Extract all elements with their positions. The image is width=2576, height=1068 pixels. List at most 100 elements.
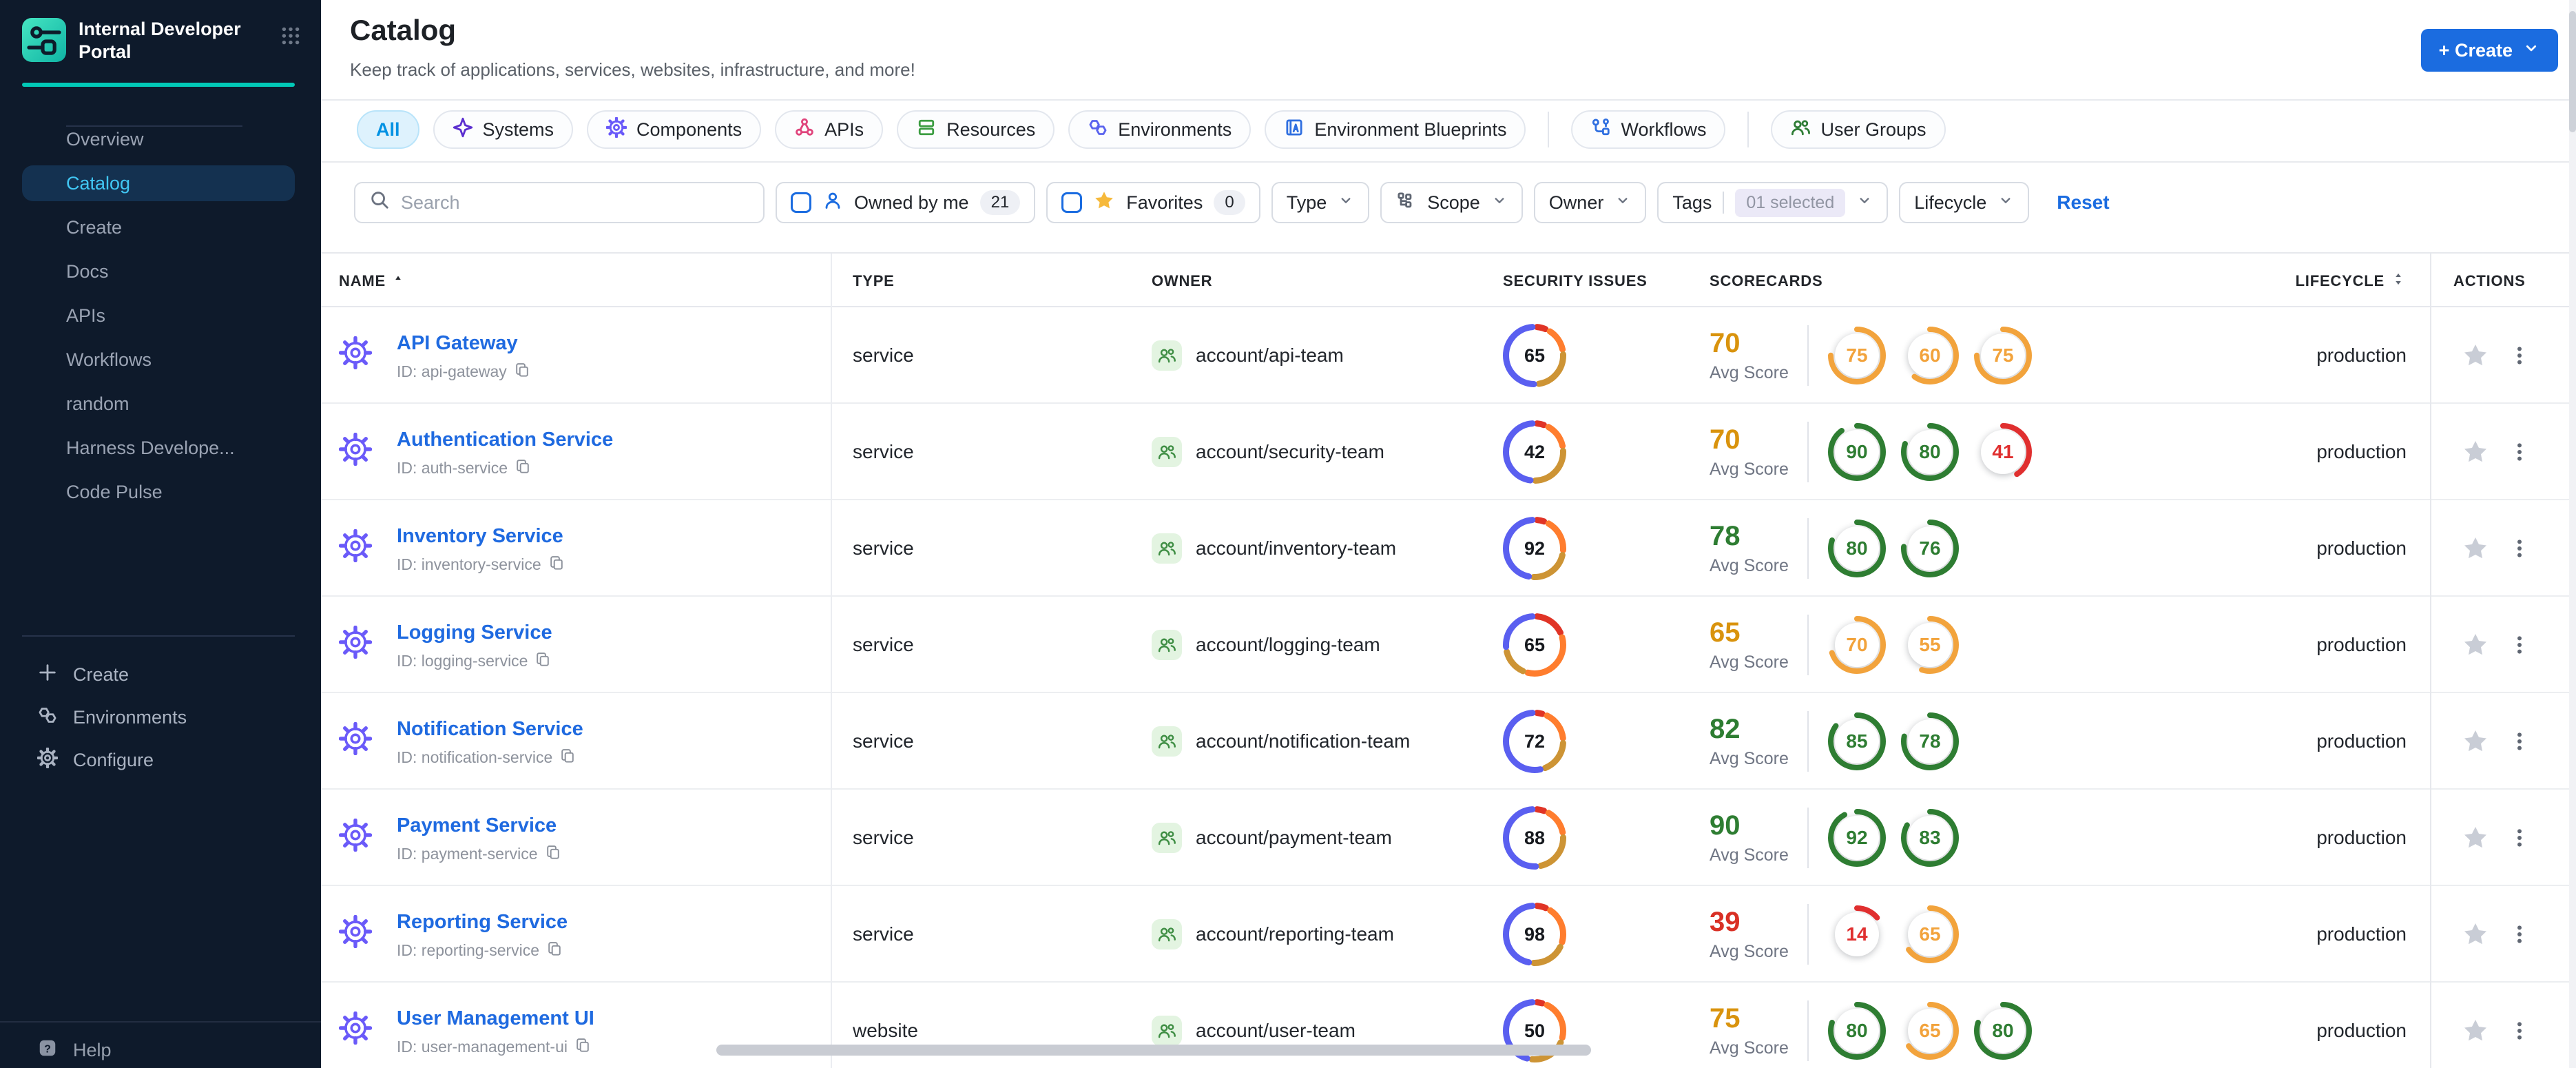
tab-environment-blueprints[interactable]: Environment Blueprints: [1265, 110, 1526, 149]
security-issues-donut[interactable]: 65: [1503, 324, 1566, 387]
search-input[interactable]: [401, 192, 749, 214]
sidebar-item-catalog[interactable]: Catalog: [22, 165, 295, 201]
copy-icon[interactable]: [559, 748, 576, 768]
scope-dropdown[interactable]: Scope: [1380, 182, 1523, 223]
tags-dropdown[interactable]: Tags 01 selected: [1657, 182, 1889, 223]
lifecycle-dropdown[interactable]: Lifecycle: [1899, 182, 2030, 223]
sidebar-item-create[interactable]: Create: [0, 205, 321, 249]
scorecard-ring[interactable]: 80: [1828, 1002, 1886, 1060]
tab-systems[interactable]: Systems: [433, 110, 574, 149]
entity-name-link[interactable]: Notification Service: [397, 718, 583, 740]
tab-user-groups[interactable]: User Groups: [1771, 110, 1946, 149]
sidebar-item-code-pulse[interactable]: Code Pulse: [0, 470, 321, 514]
favorite-star-icon[interactable]: [2462, 921, 2489, 948]
owner-dropdown[interactable]: Owner: [1533, 182, 1647, 223]
favorite-star-icon[interactable]: [2462, 535, 2489, 562]
entity-name-link[interactable]: Authentication Service: [397, 429, 613, 451]
favorite-star-icon[interactable]: [2462, 631, 2489, 659]
brand-logo-icon: [22, 18, 66, 68]
entity-name-link[interactable]: Payment Service: [397, 814, 557, 836]
sidebar-item-configure[interactable]: Configure: [0, 739, 321, 781]
scorecard-ring[interactable]: 92: [1828, 809, 1886, 867]
scorecard-ring[interactable]: 41: [1974, 423, 2032, 481]
favorite-star-icon[interactable]: [2462, 728, 2489, 755]
kebab-menu-icon[interactable]: [2509, 923, 2531, 945]
copy-icon[interactable]: [534, 651, 551, 672]
scorecard-ring[interactable]: 83: [1901, 809, 1959, 867]
entity-name-link[interactable]: Reporting Service: [397, 911, 568, 933]
sidebar-item-docs[interactable]: Docs: [0, 249, 321, 294]
entity-owner: account/reporting-team: [1128, 886, 1482, 983]
entity-name-link[interactable]: Logging Service: [397, 622, 552, 644]
sidebar-item-help[interactable]: ? Help: [37, 1038, 112, 1063]
security-issues-donut[interactable]: 42: [1503, 420, 1566, 484]
security-issues-donut[interactable]: 98: [1503, 903, 1566, 966]
copy-icon[interactable]: [515, 458, 531, 479]
sidebar-item-random[interactable]: random: [0, 382, 321, 426]
tab-workflows[interactable]: Workflows: [1571, 110, 1726, 149]
sidebar-item-harness-develope-[interactable]: Harness Develope...: [0, 426, 321, 470]
copy-icon[interactable]: [548, 555, 565, 575]
sidebar-item-create[interactable]: Create: [0, 653, 321, 696]
tab-all[interactable]: All: [357, 110, 419, 149]
vertical-scrollbar-thumb[interactable]: [2569, 11, 2576, 132]
entity-name-link[interactable]: User Management UI: [397, 1007, 594, 1029]
type-dropdown[interactable]: Type: [1271, 182, 1370, 223]
sidebar-item-apis[interactable]: APIs: [0, 294, 321, 338]
entity-name-link[interactable]: API Gateway: [397, 332, 518, 354]
reset-filters-link[interactable]: Reset: [2057, 192, 2109, 214]
copy-icon[interactable]: [574, 1037, 591, 1058]
scorecard-ring[interactable]: 78: [1901, 712, 1959, 770]
scorecard-ring[interactable]: 90: [1828, 423, 1886, 481]
favorite-star-icon[interactable]: [2462, 438, 2489, 466]
scorecard-ring[interactable]: 65: [1901, 1002, 1959, 1060]
scorecard-ring[interactable]: 70: [1828, 616, 1886, 674]
column-header-type: TYPE: [853, 272, 895, 289]
favorite-star-icon[interactable]: [2462, 1017, 2489, 1045]
scorecard-ring[interactable]: 75: [1974, 327, 2032, 384]
scorecard-ring[interactable]: 80: [1974, 1002, 2032, 1060]
create-button[interactable]: + Create: [2420, 29, 2558, 72]
scorecard-ring[interactable]: 60: [1901, 327, 1959, 384]
tab-apis[interactable]: APIs: [775, 110, 884, 149]
scorecard-ring[interactable]: 14: [1828, 905, 1886, 963]
scorecard-ring[interactable]: 85: [1828, 712, 1886, 770]
favorites-checkbox[interactable]: [1061, 192, 1083, 213]
copy-icon[interactable]: [546, 941, 563, 961]
kebab-menu-icon[interactable]: [2509, 1020, 2531, 1042]
tab-resources[interactable]: Resources: [897, 110, 1055, 149]
scorecard-ring[interactable]: 80: [1828, 520, 1886, 577]
favorite-star-icon[interactable]: [2462, 824, 2489, 852]
kebab-menu-icon[interactable]: [2509, 634, 2531, 656]
tab-components[interactable]: Components: [587, 110, 762, 149]
owned-by-me-checkbox[interactable]: [791, 192, 811, 213]
sidebar-item-environments[interactable]: Environments: [0, 696, 321, 739]
security-issues-donut[interactable]: 88: [1503, 806, 1566, 870]
copy-icon[interactable]: [545, 844, 561, 865]
favorite-star-icon[interactable]: [2462, 342, 2489, 369]
security-issues-donut[interactable]: 65: [1503, 613, 1566, 677]
column-header-name[interactable]: NAME: [321, 254, 832, 309]
entity-name-link[interactable]: Inventory Service: [397, 525, 563, 547]
security-issues-donut[interactable]: 72: [1503, 710, 1566, 773]
owned-by-me-filter[interactable]: Owned by me 21: [776, 182, 1036, 223]
tab-environments[interactable]: Environments: [1068, 110, 1251, 149]
scorecard-ring[interactable]: 55: [1901, 616, 1959, 674]
copy-icon[interactable]: [514, 362, 530, 382]
horizontal-scrollbar-thumb[interactable]: [716, 1045, 1591, 1056]
kebab-menu-icon[interactable]: [2509, 441, 2531, 463]
sidebar-item-workflows[interactable]: Workflows: [0, 338, 321, 382]
kebab-menu-icon[interactable]: [2509, 730, 2531, 752]
column-header-lifecycle[interactable]: LIFECYCLE: [2161, 254, 2430, 309]
sidebar-item-overview[interactable]: Overview: [0, 117, 321, 161]
kebab-menu-icon[interactable]: [2509, 827, 2531, 849]
scorecard-ring[interactable]: 65: [1901, 905, 1959, 963]
favorites-filter[interactable]: Favorites 0: [1046, 182, 1260, 223]
security-issues-donut[interactable]: 92: [1503, 517, 1566, 580]
scorecard-ring[interactable]: 80: [1901, 423, 1959, 481]
scorecard-ring[interactable]: 75: [1828, 327, 1886, 384]
scorecard-ring[interactable]: 76: [1901, 520, 1959, 577]
kebab-menu-icon[interactable]: [2509, 537, 2531, 559]
app-grid-icon[interactable]: [280, 25, 302, 52]
kebab-menu-icon[interactable]: [2509, 345, 2531, 367]
